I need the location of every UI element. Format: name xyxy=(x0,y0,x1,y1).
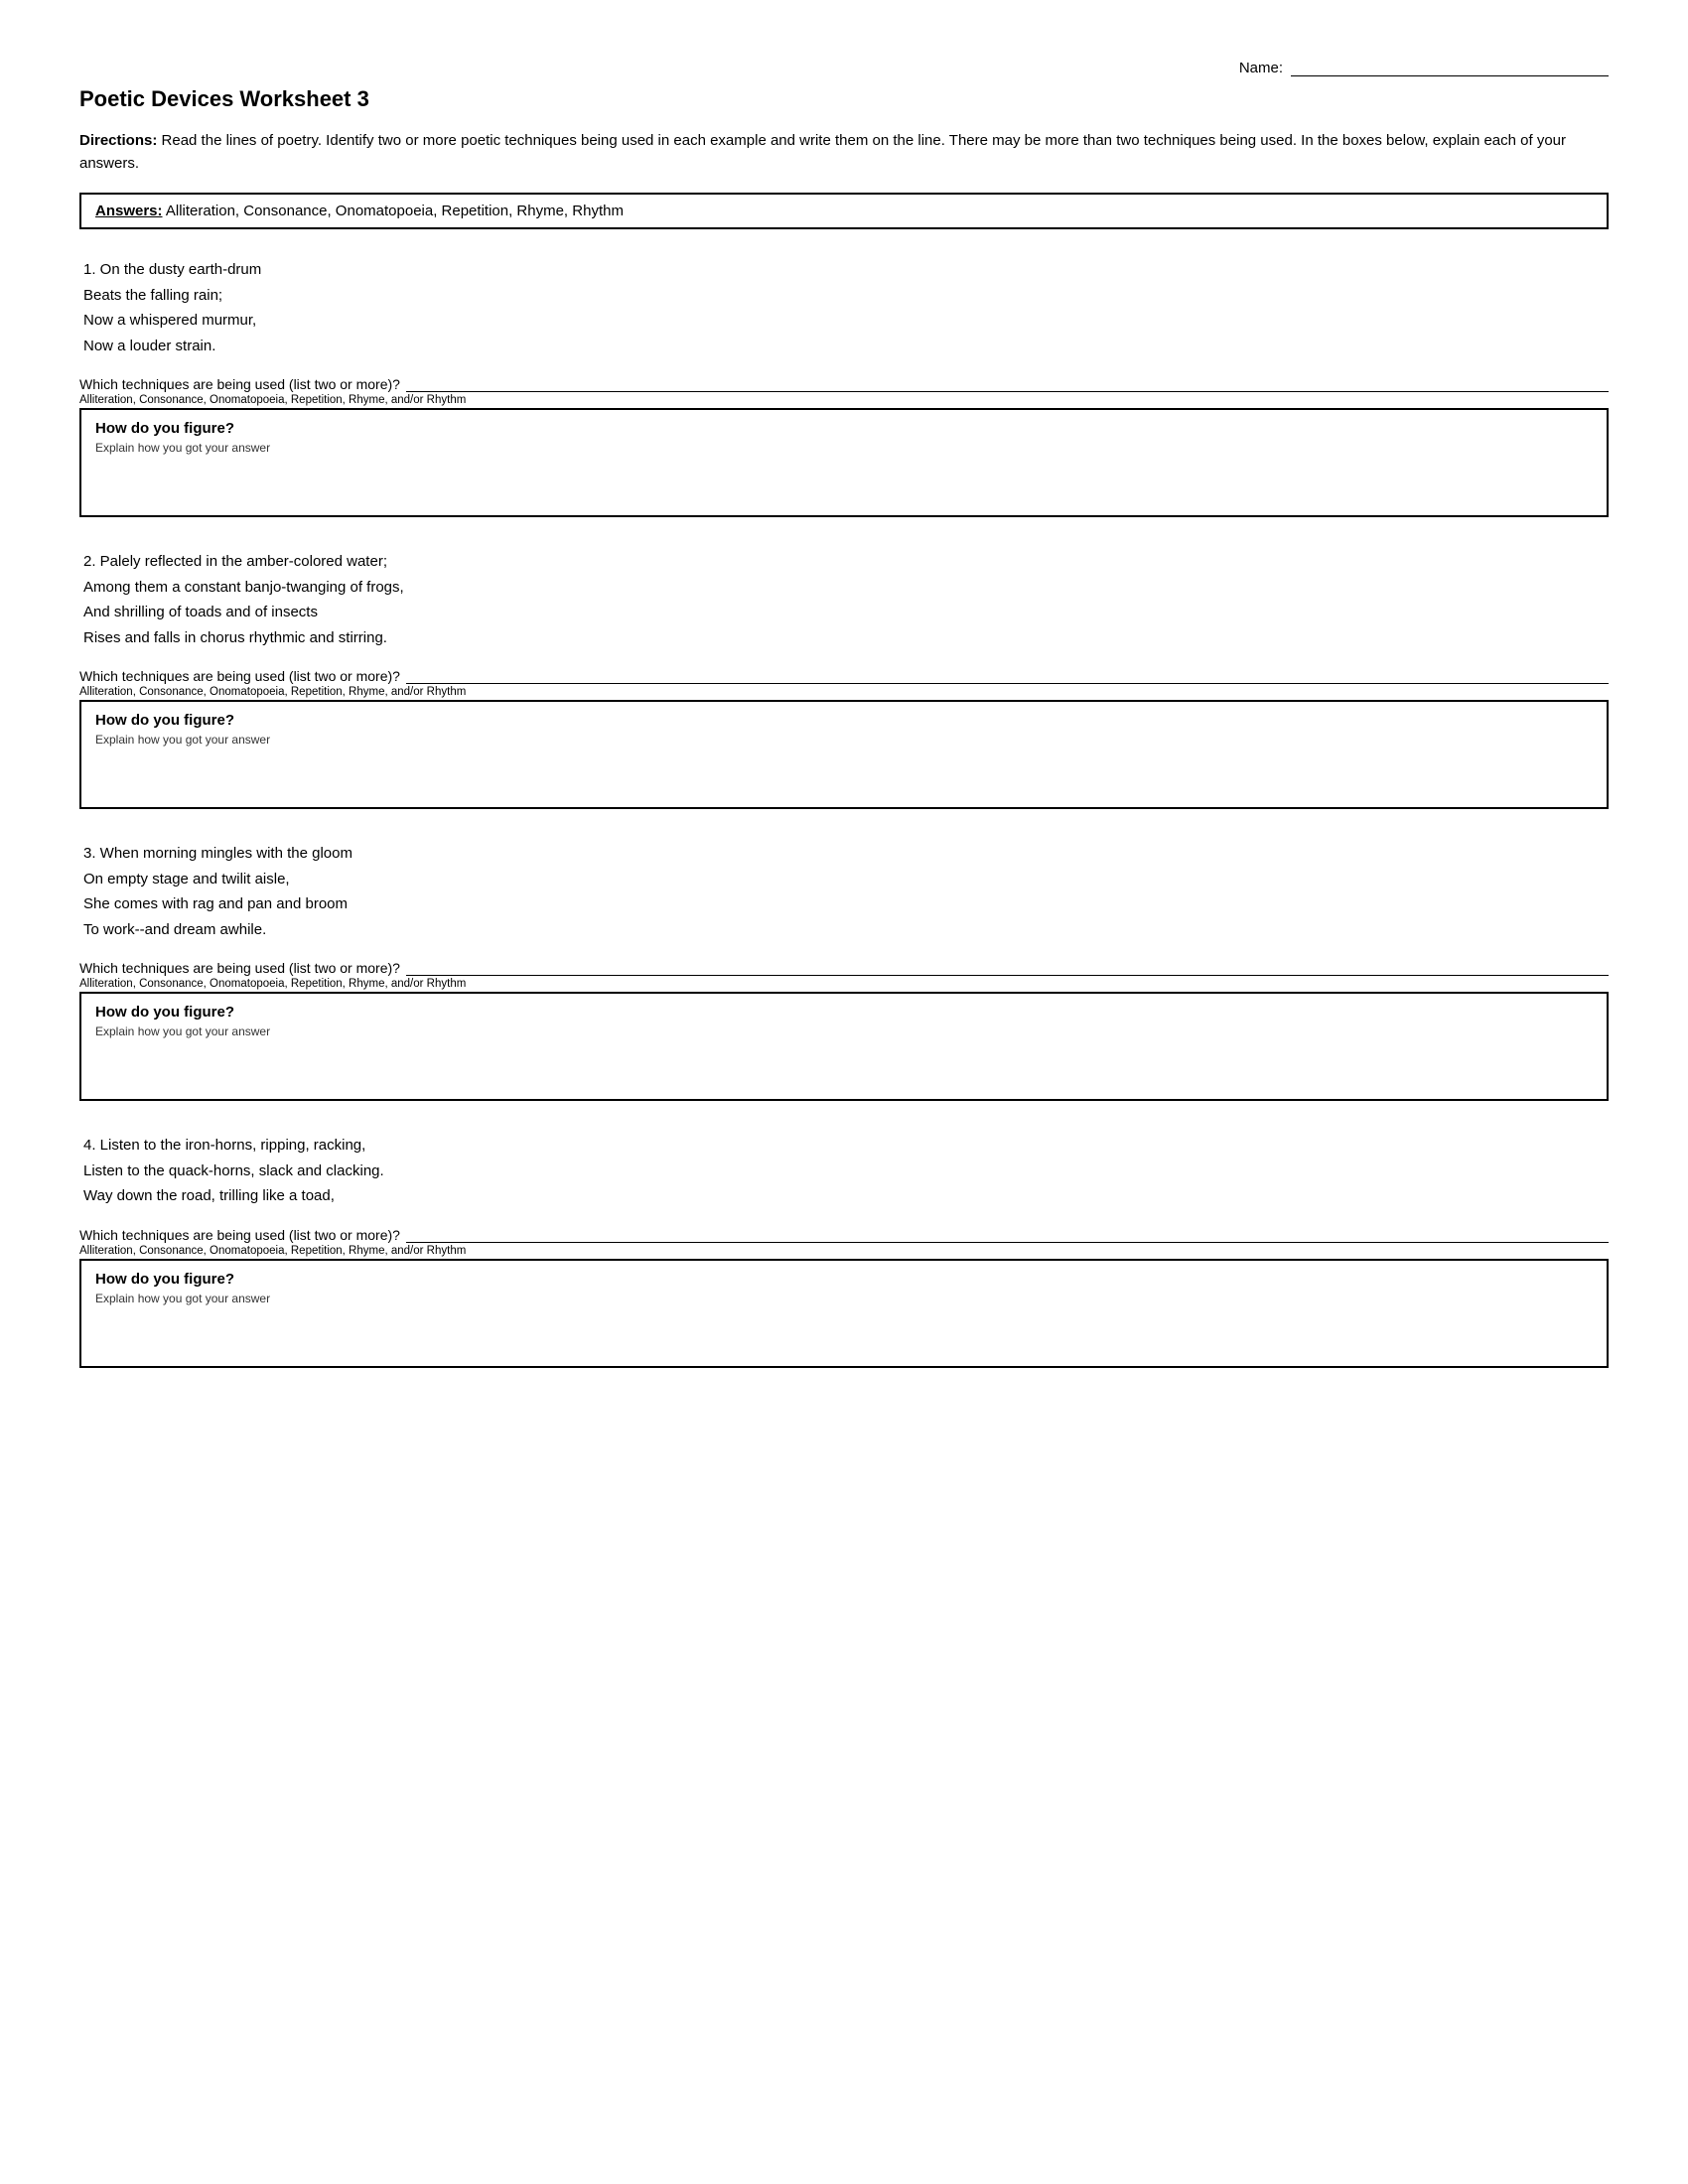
techniques-answer-line-4[interactable] xyxy=(406,1242,1609,1243)
poem-section-3: 3. When morning mingles with the gloomOn… xyxy=(79,841,1609,1101)
explanation-box-1[interactable]: How do you figure? Explain how you got yo… xyxy=(79,408,1609,517)
which-techniques-text-2: Which techniques are being used (list tw… xyxy=(79,668,400,684)
explanation-box-3[interactable]: How do you figure? Explain how you got yo… xyxy=(79,992,1609,1101)
explanation-title-3: How do you figure? xyxy=(95,1004,1593,1021)
which-techniques-2: Which techniques are being used (list tw… xyxy=(79,668,1609,684)
poem-line-1-1: 1. On the dusty earth-drum xyxy=(83,257,1609,283)
which-techniques-3: Which techniques are being used (list tw… xyxy=(79,960,1609,976)
techniques-answer-line-2[interactable] xyxy=(406,683,1609,684)
poem-line-3-1: 3. When morning mingles with the gloom xyxy=(83,841,1609,867)
poem-line-4-2: Listen to the quack-horns, slack and cla… xyxy=(83,1159,1609,1184)
poem-lines-4: 4. Listen to the iron-horns, ripping, ra… xyxy=(79,1133,1609,1209)
poem-line-2-2: Among them a constant banjo-twanging of … xyxy=(83,575,1609,601)
answer-hints-2: Alliteration, Consonance, Onomatopoeia, … xyxy=(79,686,1609,698)
which-techniques-text-3: Which techniques are being used (list tw… xyxy=(79,960,400,976)
techniques-answer-line-1[interactable] xyxy=(406,391,1609,392)
poem-line-2-4: Rises and falls in chorus rhythmic and s… xyxy=(83,625,1609,651)
answers-label: Answers: xyxy=(95,203,163,219)
sections-container: 1. On the dusty earth-drumBeats the fall… xyxy=(79,257,1609,1368)
poem-line-4-1: 4. Listen to the iron-horns, ripping, ra… xyxy=(83,1133,1609,1159)
poem-line-2-3: And shrilling of toads and of insects xyxy=(83,600,1609,625)
techniques-answer-line-3[interactable] xyxy=(406,975,1609,976)
poem-line-2-1: 2. Palely reflected in the amber-colored… xyxy=(83,549,1609,575)
poem-line-1-4: Now a louder strain. xyxy=(83,334,1609,359)
directions-text: Read the lines of poetry. Identify two o… xyxy=(79,132,1566,172)
poem-lines-1: 1. On the dusty earth-drumBeats the fall… xyxy=(79,257,1609,358)
directions: Directions: Read the lines of poetry. Id… xyxy=(79,130,1569,175)
directions-label: Directions: xyxy=(79,132,157,149)
explanation-hint-1: Explain how you got your answer xyxy=(95,441,1593,455)
which-techniques-text-4: Which techniques are being used (list tw… xyxy=(79,1227,400,1243)
explanation-hint-3: Explain how you got your answer xyxy=(95,1024,1593,1038)
which-techniques-1: Which techniques are being used (list tw… xyxy=(79,376,1609,392)
explanation-box-2[interactable]: How do you figure? Explain how you got yo… xyxy=(79,700,1609,809)
poem-line-4-3: Way down the road, trilling like a toad, xyxy=(83,1183,1609,1209)
name-underline[interactable] xyxy=(1291,60,1609,76)
answers-text: Alliteration, Consonance, Onomatopoeia, … xyxy=(166,203,624,219)
name-line: Name: xyxy=(79,60,1609,76)
worksheet-title: Poetic Devices Worksheet 3 xyxy=(79,86,1609,112)
answers-box: Answers: Alliteration, Consonance, Onoma… xyxy=(79,193,1609,229)
answer-hints-1: Alliteration, Consonance, Onomatopoeia, … xyxy=(79,394,1609,406)
explanation-hint-2: Explain how you got your answer xyxy=(95,733,1593,747)
poem-line-3-4: To work--and dream awhile. xyxy=(83,917,1609,943)
poem-section-1: 1. On the dusty earth-drumBeats the fall… xyxy=(79,257,1609,517)
answer-hints-3: Alliteration, Consonance, Onomatopoeia, … xyxy=(79,978,1609,990)
poem-line-3-2: On empty stage and twilit aisle, xyxy=(83,867,1609,892)
name-label: Name: xyxy=(1239,60,1283,76)
poem-line-1-3: Now a whispered murmur, xyxy=(83,308,1609,334)
answer-hints-4: Alliteration, Consonance, Onomatopoeia, … xyxy=(79,1245,1609,1257)
poem-lines-2: 2. Palely reflected in the amber-colored… xyxy=(79,549,1609,650)
poem-lines-3: 3. When morning mingles with the gloomOn… xyxy=(79,841,1609,942)
poem-line-3-3: She comes with rag and pan and broom xyxy=(83,891,1609,917)
explanation-box-4[interactable]: How do you figure? Explain how you got yo… xyxy=(79,1259,1609,1368)
explanation-hint-4: Explain how you got your answer xyxy=(95,1292,1593,1305)
explanation-title-1: How do you figure? xyxy=(95,420,1593,437)
poem-line-1-2: Beats the falling rain; xyxy=(83,283,1609,309)
poem-section-4: 4. Listen to the iron-horns, ripping, ra… xyxy=(79,1133,1609,1368)
poem-section-2: 2. Palely reflected in the amber-colored… xyxy=(79,549,1609,809)
which-techniques-text-1: Which techniques are being used (list tw… xyxy=(79,376,400,392)
explanation-title-2: How do you figure? xyxy=(95,712,1593,729)
explanation-title-4: How do you figure? xyxy=(95,1271,1593,1288)
which-techniques-4: Which techniques are being used (list tw… xyxy=(79,1227,1609,1243)
